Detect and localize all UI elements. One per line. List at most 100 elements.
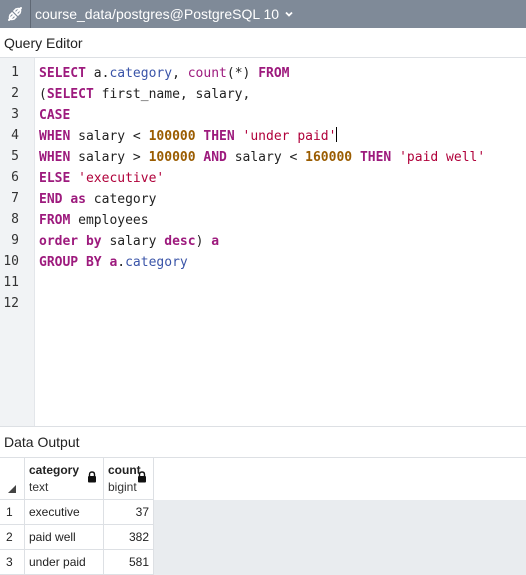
line-number: 10 <box>3 254 19 269</box>
code-token: 'under paid' <box>242 129 337 144</box>
text-cursor <box>336 127 338 142</box>
code-token: by <box>85 234 102 249</box>
row-number: 2 <box>0 525 25 549</box>
code-token: ELSE <box>39 171 71 186</box>
line-number: 6 <box>11 170 19 185</box>
line-number: 9 <box>11 233 19 248</box>
cell-count[interactable]: 581 <box>104 550 154 574</box>
code-line[interactable]: GROUP BY a.category <box>39 252 188 273</box>
column-type: bigint <box>108 480 137 494</box>
code-token: first_name, salary, <box>93 87 251 102</box>
code-line[interactable]: WHEN salary > 100000 AND salary < 160000… <box>39 147 485 168</box>
table-row[interactable]: 1 executive 37 <box>0 500 154 525</box>
code-token: 'executive' <box>78 171 165 186</box>
column-type: text <box>29 480 49 494</box>
code-token: AND <box>203 150 227 165</box>
line-number-gutter: 1 2 3 4 5 6 7 8 9 10 11 12 <box>0 58 35 426</box>
code-token: category <box>125 255 188 270</box>
data-output-title: Data Output <box>0 426 526 458</box>
code-token: desc <box>164 234 196 249</box>
code-token: as <box>70 192 86 207</box>
cell-category[interactable]: under paid <box>25 550 104 574</box>
code-token: salary < <box>70 129 149 144</box>
code-token: category <box>109 66 173 81</box>
code-line[interactable]: FROM employees <box>39 210 149 231</box>
code-token: FROM <box>39 213 71 228</box>
corner-triangle-icon <box>8 485 16 493</box>
code-token: ) <box>195 234 212 249</box>
cell-category[interactable]: paid well <box>25 525 104 549</box>
results-grid: category text count bigint 1 executive 3… <box>0 458 526 575</box>
code-token: salary < <box>226 150 306 165</box>
code-token: FROM <box>258 66 290 81</box>
code-token: SELECT <box>39 66 86 81</box>
connection-label: course_data/postgres@PostgreSQL 10 <box>35 6 280 22</box>
code-token: 100000 <box>148 129 196 144</box>
code-token: WHEN <box>39 129 71 144</box>
code-token: THEN <box>359 150 392 165</box>
code-token: a <box>211 234 220 249</box>
line-number: 12 <box>3 296 19 311</box>
table-row[interactable]: 2 paid well 382 <box>0 525 154 550</box>
code-token: salary > <box>70 150 149 165</box>
code-token: (*) <box>226 66 259 81</box>
code-token: GROUP <box>39 255 79 270</box>
table-row[interactable]: 3 under paid 581 <box>0 550 154 575</box>
column-header-category[interactable]: category text <box>25 458 104 500</box>
row-number: 1 <box>0 500 25 524</box>
code-line[interactable]: SELECT a.category, count(*) FROM <box>39 63 290 84</box>
code-line[interactable]: (SELECT first_name, salary, <box>39 84 250 105</box>
code-line[interactable]: ELSE 'executive' <box>39 168 164 189</box>
code-token: 'paid well' <box>399 150 486 165</box>
connection-selector[interactable]: course_data/postgres@PostgreSQL 10 <box>31 0 295 28</box>
sql-editor[interactable]: 1 2 3 4 5 6 7 8 9 10 11 12 SELECT a.category, count… <box>0 58 526 426</box>
code-token: count <box>187 66 227 81</box>
code-line[interactable]: END as category <box>39 189 156 210</box>
code-token: END <box>39 192 63 207</box>
code-token: WHEN <box>39 150 71 165</box>
column-name: category <box>29 463 80 477</box>
connection-icon[interactable] <box>0 0 31 28</box>
connection-bar: course_data/postgres@PostgreSQL 10 <box>0 0 526 28</box>
line-number: 3 <box>11 107 19 122</box>
code-line[interactable]: WHEN salary < 100000 THEN 'under paid' <box>39 126 338 147</box>
line-number: 4 <box>11 128 19 143</box>
line-number: 7 <box>11 191 19 206</box>
code-token: order <box>39 234 79 249</box>
query-editor-title: Query Editor <box>0 28 526 58</box>
code-line[interactable]: order by salary desc) a <box>39 231 219 252</box>
code-token: a. <box>85 66 110 81</box>
code-token: CASE <box>39 108 71 123</box>
row-number: 3 <box>0 550 25 574</box>
code-token: , <box>172 66 188 81</box>
code-token: THEN <box>203 129 235 144</box>
select-all-corner[interactable] <box>0 458 25 500</box>
line-number: 11 <box>3 275 19 290</box>
column-header-count[interactable]: count bigint <box>104 458 154 500</box>
cell-count[interactable]: 382 <box>104 525 154 549</box>
code-token: ( <box>39 87 47 102</box>
line-number: 1 <box>11 65 19 80</box>
code-token: . <box>117 255 126 270</box>
code-token: category <box>85 192 157 207</box>
cell-count[interactable]: 37 <box>104 500 154 524</box>
code-token: 100000 <box>148 150 196 165</box>
code-token: SELECT <box>46 87 94 102</box>
lock-icon <box>138 471 146 483</box>
code-token: salary <box>101 234 165 249</box>
code-line[interactable]: CASE <box>39 105 70 126</box>
line-number: 8 <box>11 212 19 227</box>
code-token: employees <box>70 213 149 228</box>
line-number: 5 <box>11 149 19 164</box>
lock-icon <box>88 471 96 483</box>
code-token: 160000 <box>305 150 353 165</box>
cell-category[interactable]: executive <box>25 500 104 524</box>
code-token: BY <box>85 255 102 270</box>
line-number: 2 <box>11 86 19 101</box>
